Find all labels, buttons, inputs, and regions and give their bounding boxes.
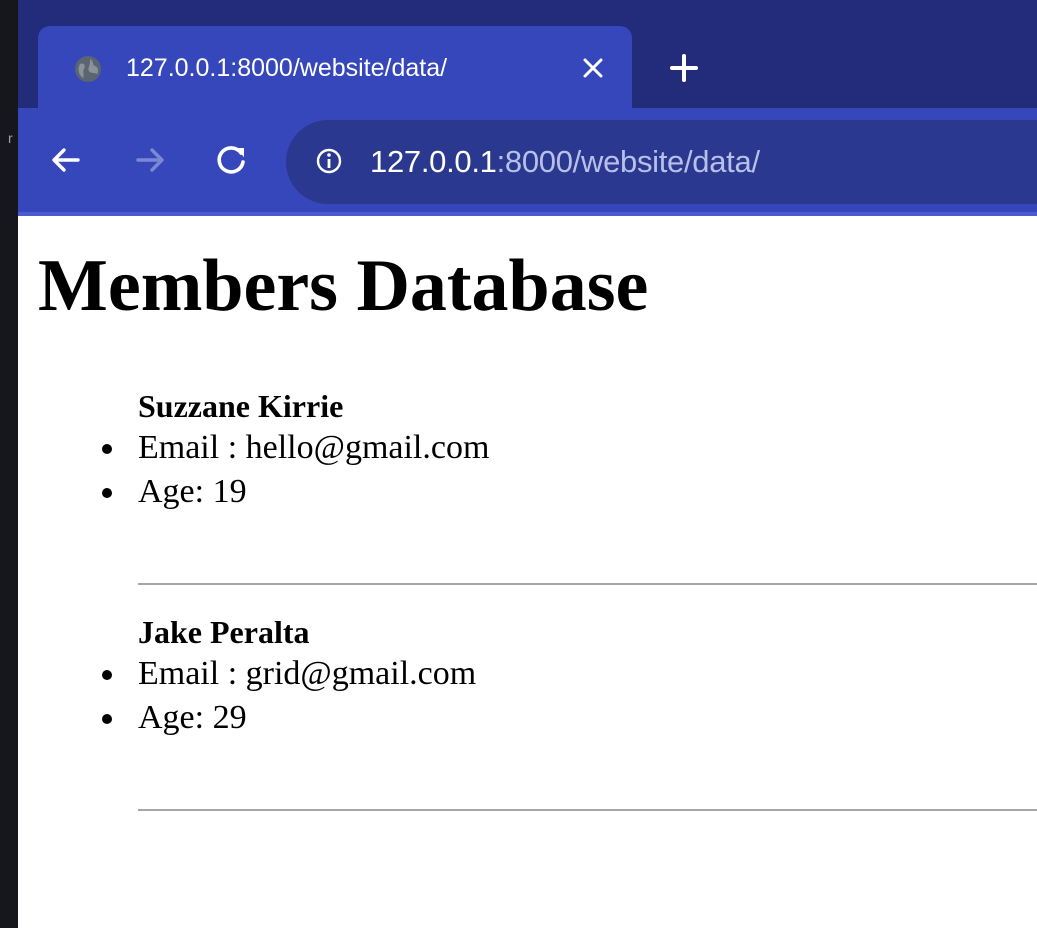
member-details: Email : grid@gmail.com Age: 29 [18,652,476,740]
page-content: Members Database Suzzane Kirrie Email : … [18,216,1037,928]
plus-icon[interactable] [666,50,702,86]
separator [138,583,1037,585]
tab-strip: 127.0.0.1:8000/website/data/ [18,0,1037,108]
member-email-text: Email : hello@gmail.com [138,429,490,466]
reload-icon[interactable] [212,140,252,180]
tab-title: 127.0.0.1:8000/website/data/ [126,54,448,82]
desktop-edge: r [0,0,18,928]
url-text[interactable]: 127.0.0.1:8000/website/data/ [370,142,760,182]
globe-icon [75,56,101,82]
arrow-left-icon[interactable] [46,140,86,180]
bullet [102,670,112,680]
bullet [102,714,112,724]
member-age: Age: 19 [18,470,489,514]
member-email: Email : grid@gmail.com [18,652,476,696]
member-age: Age: 29 [18,696,476,740]
close-icon[interactable] [578,52,608,84]
member-details: Email : hello@gmail.com Age: 19 [18,426,489,514]
url-host: 127.0.0.1 [370,144,497,179]
member-name: Jake Peralta [138,614,310,650]
separator [138,809,1037,811]
page-title: Members Database [38,245,649,327]
member-email: Email : hello@gmail.com [18,426,489,470]
member-email-text: Email : grid@gmail.com [138,655,477,692]
member-age-text: Age: 19 [138,473,247,510]
arrow-right-icon[interactable] [130,140,170,180]
desktop-edge-glyph: r [8,130,13,146]
member-age-text: Age: 29 [138,699,247,736]
bullet [102,444,112,454]
url-path: :8000/website/data/ [496,144,760,179]
info-icon[interactable] [314,146,344,176]
member-name: Suzzane Kirrie [138,388,344,424]
bullet [102,488,112,498]
browser-window: 127.0.0.1:8000/website/data/ 127.0.0.1:8… [18,0,1037,928]
